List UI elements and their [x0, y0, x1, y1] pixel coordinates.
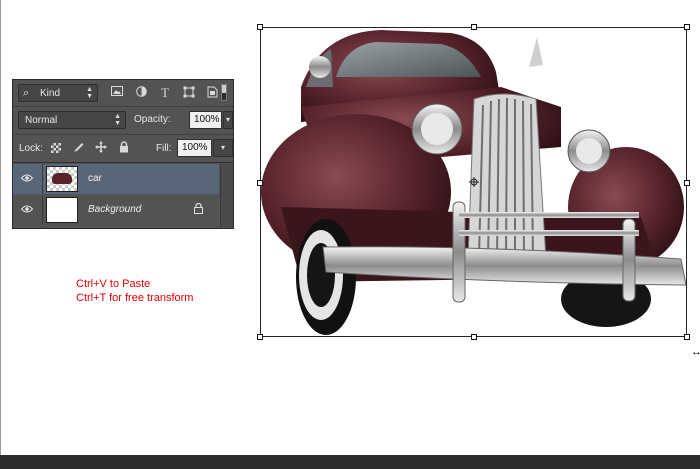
- blend-mode-value: Normal: [25, 115, 58, 126]
- fill-dropdown-button[interactable]: ▾: [213, 139, 233, 157]
- lock-all-icon[interactable]: [117, 141, 131, 155]
- fill-input[interactable]: 100%: [177, 139, 212, 157]
- bottom-bar: [0, 455, 700, 469]
- filter-toggle-switch[interactable]: [221, 84, 227, 101]
- layer-name[interactable]: Background: [88, 204, 141, 215]
- lock-row: Lock: Fill: 100% ▾: [13, 135, 233, 163]
- transform-handle-top-right[interactable]: [684, 24, 690, 30]
- type-filter-icon[interactable]: T: [158, 86, 172, 100]
- pixel-filter-icon[interactable]: [110, 86, 124, 100]
- opacity-input[interactable]: 100%: [189, 111, 222, 129]
- blend-mode-select[interactable]: Normal ▲ ▼: [18, 111, 126, 129]
- transform-handle-middle-right[interactable]: [684, 180, 690, 186]
- eye-icon: [20, 205, 34, 216]
- updown-arrows-icon: ▲ ▼: [86, 86, 93, 100]
- layers-panel: ⌕ Kind ▲ ▼ T Normal ▲ ▼ Opacity: 100% ▾ Lo…: [12, 79, 234, 229]
- transform-handle-middle-left[interactable]: [257, 180, 263, 186]
- rotate-cursor-icon: ↔: [691, 346, 700, 358]
- fill-label: Fill:: [156, 143, 172, 154]
- smart-object-filter-icon[interactable]: [205, 86, 219, 100]
- lock-transparent-pixels-icon[interactable]: [49, 141, 63, 155]
- transform-center-point[interactable]: [469, 177, 479, 187]
- visibility-toggle[interactable]: [13, 164, 43, 194]
- blend-row: Normal ▲ ▼ Opacity: 100% ▾: [13, 107, 233, 135]
- transform-handle-top-center[interactable]: [471, 24, 477, 30]
- opacity-dropdown-button[interactable]: ▾: [223, 111, 233, 129]
- filter-kind-label: Kind: [40, 88, 61, 99]
- filter-kind-select[interactable]: ⌕ Kind ▲ ▼: [18, 84, 98, 102]
- canvas-left-edge: [0, 0, 1, 455]
- layer-name[interactable]: car: [88, 173, 102, 184]
- lock-position-icon[interactable]: [94, 141, 108, 155]
- layer-row-background[interactable]: Background: [13, 195, 219, 225]
- layer-row-car[interactable]: car: [13, 164, 219, 194]
- layers-scrollbar[interactable]: [220, 164, 233, 227]
- search-icon: ⌕: [23, 87, 30, 99]
- shape-filter-icon[interactable]: [182, 86, 196, 100]
- lock-image-pixels-icon[interactable]: [72, 141, 86, 155]
- transform-handle-bottom-left[interactable]: [257, 334, 263, 340]
- instruction-paste: Ctrl+V to Paste: [76, 278, 151, 290]
- updown-arrows-icon: ▲ ▼: [114, 113, 121, 127]
- transform-handle-bottom-right[interactable]: [684, 334, 690, 340]
- instruction-text: Ctrl+V to Paste Ctrl+T for free transfor…: [76, 277, 193, 305]
- eye-icon: [20, 174, 34, 185]
- lock-label: Lock:: [19, 143, 43, 154]
- instruction-transform: Ctrl+T for free transform: [76, 292, 194, 304]
- transform-handle-bottom-center[interactable]: [471, 334, 477, 340]
- layer-thumbnail-background: [46, 197, 78, 223]
- layer-thumbnail-car: [46, 166, 78, 192]
- visibility-toggle[interactable]: [13, 195, 43, 225]
- adjustment-filter-icon[interactable]: [134, 86, 148, 100]
- lock-icon: [194, 202, 203, 217]
- opacity-label: Opacity:: [134, 114, 171, 125]
- layer-filter-row: ⌕ Kind ▲ ▼ T: [13, 80, 233, 107]
- transform-handle-top-left[interactable]: [257, 24, 263, 30]
